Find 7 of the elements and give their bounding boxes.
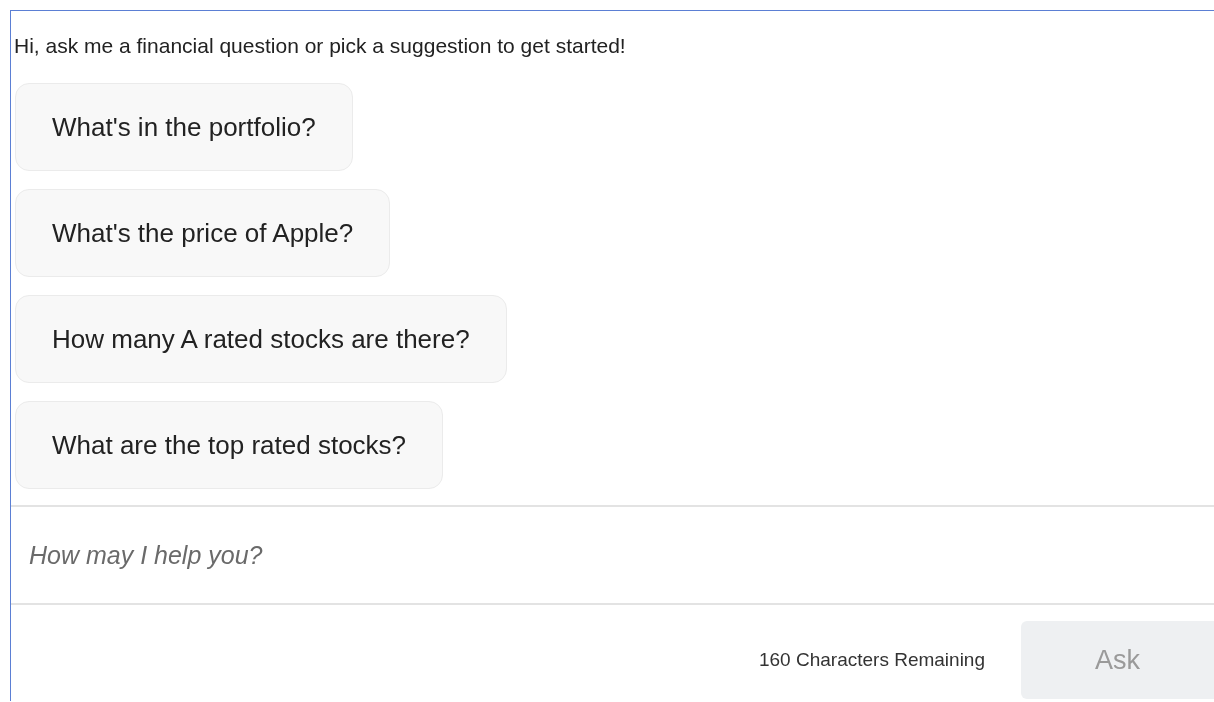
greeting-message: Hi, ask me a financial question or pick a suggestion to get started!: [13, 33, 627, 59]
question-input-field[interactable]: How may I help you?: [11, 540, 1214, 570]
suggestion-button[interactable]: What are the top rated stocks?: [15, 401, 444, 489]
suggestion-button[interactable]: What's in the portfolio?: [15, 83, 353, 171]
suggestion-button[interactable]: What's the price of Apple?: [15, 189, 391, 277]
suggestion-button[interactable]: How many A rated stocks are there?: [15, 295, 507, 383]
characters-remaining-counter: 160 Characters Remaining: [759, 649, 985, 671]
